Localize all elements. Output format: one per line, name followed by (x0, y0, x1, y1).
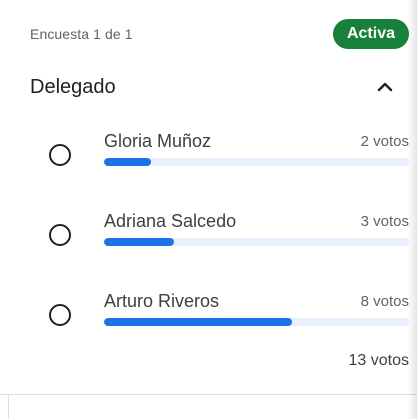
vote-bar-track (104, 318, 409, 326)
question-title: Delegado (30, 75, 116, 98)
poll-option[interactable]: Gloria Muñoz 2 votos (0, 130, 417, 190)
option-label: Arturo Riveros (104, 291, 220, 311)
divider (8, 394, 9, 419)
poll-header: Encuesta 1 de 1 Activa (30, 18, 409, 50)
vote-bar-track (104, 238, 409, 246)
vote-bar-fill (104, 158, 151, 166)
vote-bar-fill (104, 238, 175, 246)
option-label: Adriana Salcedo (104, 211, 237, 231)
status-badge: Activa (332, 19, 409, 49)
radio-button[interactable] (49, 144, 71, 166)
option-votes: 3 votos (360, 213, 409, 230)
radio-button[interactable] (49, 304, 71, 326)
divider (0, 394, 417, 395)
option-label: Gloria Muñoz (104, 131, 212, 151)
option-votes: 8 votos (360, 293, 409, 310)
chevron-up-icon[interactable] (373, 75, 397, 99)
poll-option[interactable]: Adriana Salcedo 3 votos (0, 210, 417, 270)
panel-edge-shadow (407, 0, 417, 419)
radio-button[interactable] (49, 224, 71, 246)
option-votes: 2 votos (360, 133, 409, 150)
total-votes: 13 votos (348, 352, 409, 369)
vote-bar-fill (104, 318, 292, 326)
question-header[interactable]: Delegado (30, 70, 397, 104)
poll-card: Encuesta 1 de 1 Activa Delegado Gloria M… (0, 0, 417, 419)
poll-counter: Encuesta 1 de 1 (30, 26, 133, 42)
poll-option[interactable]: Arturo Riveros 8 votos (0, 290, 417, 350)
vote-bar-track (104, 158, 409, 166)
